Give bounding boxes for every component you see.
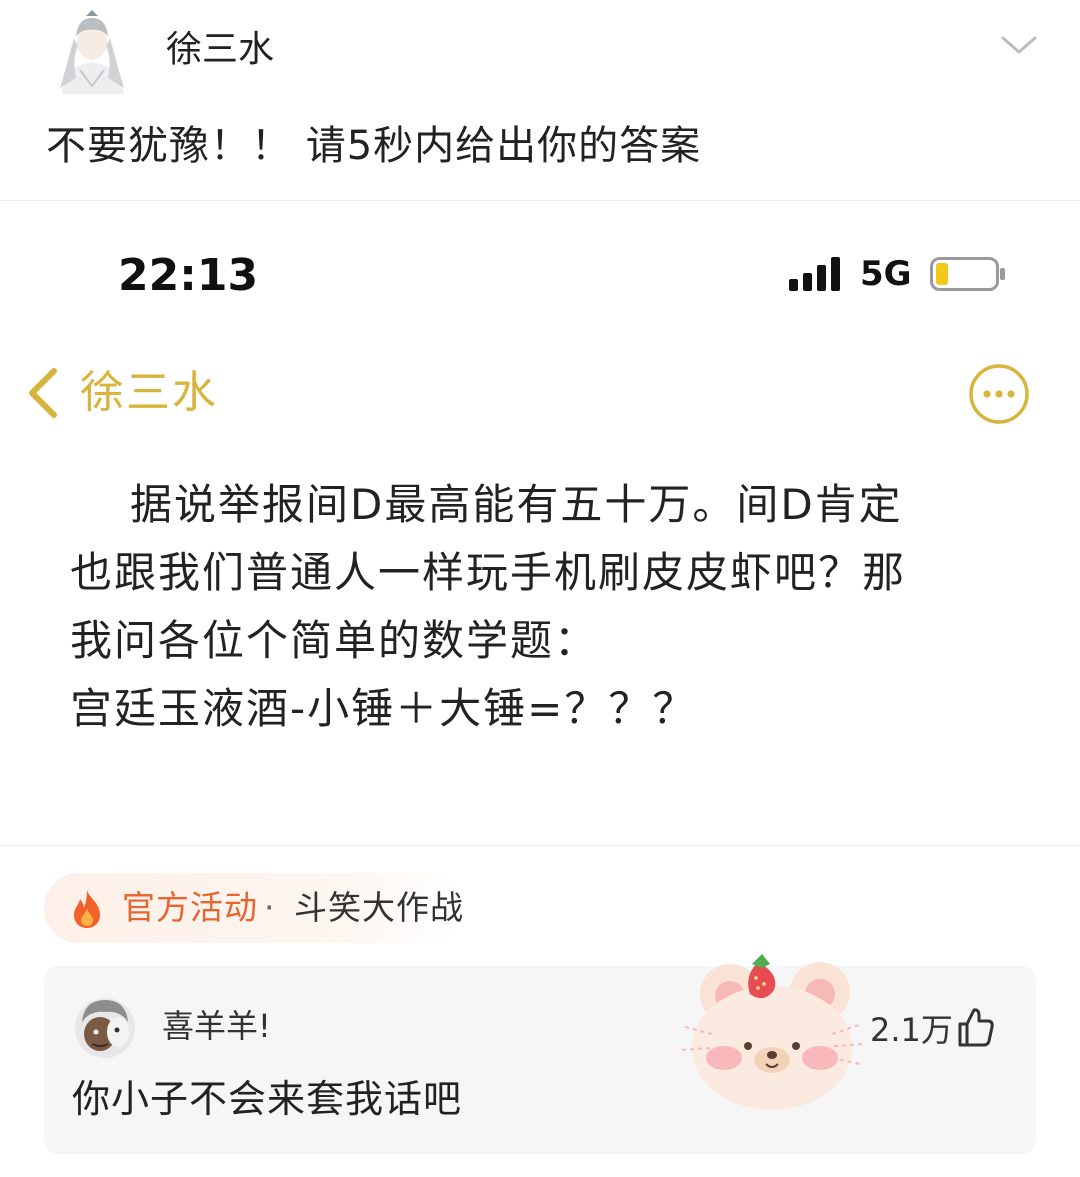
activity-label: 官方活动 <box>122 888 258 927</box>
message-line: 据说举报间D最高能有五十万。间D肯定 <box>130 480 903 529</box>
comment-text: 你小子不会来套我话吧 <box>72 1077 463 1121</box>
message-line: 我问各位个简单的数学题： <box>70 616 599 665</box>
activity-name: 斗笑大作战 <box>294 888 464 927</box>
like-count: 2.1万 <box>870 1011 953 1049</box>
chat-title: 徐三水 <box>80 367 218 418</box>
commenter-name[interactable]: 喜羊羊! <box>162 1006 271 1046</box>
status-time: 22:13 <box>118 250 259 301</box>
message-line: 也跟我们普通人一样玩手机刷皮皮虾吧？那 <box>70 548 907 597</box>
chevron-down-icon[interactable] <box>1000 34 1038 56</box>
embedded-screenshot[interactable]: 22:13 5G 徐三水 据说举报间D最高能有五十万。间D肯定 也跟我们普通人一… <box>0 200 1080 846</box>
post-caption: 不要犹豫！！ 请5秒内给出你的答案 <box>46 123 702 169</box>
activity-separator: · <box>264 888 275 927</box>
activity-tag[interactable]: 官方活动 · 斗笑大作战 <box>44 873 464 943</box>
message-line: 宫廷玉液酒-小锤＋大锤=？？？ <box>70 684 697 733</box>
message-body: 据说举报间D最高能有五十万。间D肯定 也跟我们普通人一样玩手机刷皮皮虾吧？那 我… <box>70 471 1020 743</box>
signal-icon <box>789 257 843 291</box>
bear-sticker <box>672 954 872 1114</box>
network-type: 5G <box>860 254 912 294</box>
fire-icon <box>70 889 104 929</box>
back-chevron-icon[interactable] <box>24 367 60 419</box>
author-name[interactable]: 徐三水 <box>166 27 274 73</box>
like-icon[interactable] <box>956 1006 996 1048</box>
author-avatar[interactable] <box>52 8 132 94</box>
battery-icon <box>930 257 1008 291</box>
more-icon[interactable] <box>968 363 1030 425</box>
top-comment[interactable]: 喜羊羊! 你小子不会来套我话吧 2.1万 <box>44 954 1036 1154</box>
commenter-avatar[interactable] <box>72 992 138 1062</box>
